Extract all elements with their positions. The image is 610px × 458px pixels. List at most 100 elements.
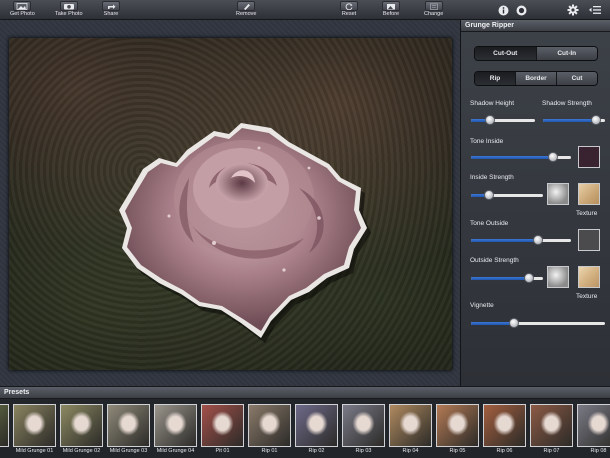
info-icon[interactable] bbox=[496, 3, 510, 17]
preset-thumbnail[interactable]: Rip 04 bbox=[389, 404, 432, 456]
preset-image bbox=[295, 404, 338, 447]
tab-cut-out[interactable]: Cut-Out bbox=[475, 47, 536, 60]
app-window: Get Photo Take Photo Share Remove Reset bbox=[0, 0, 610, 458]
shadow-height-slider[interactable] bbox=[471, 115, 535, 125]
tone-outside-color-swatch[interactable] bbox=[578, 229, 600, 251]
preset-label: Rip 04 bbox=[402, 448, 419, 454]
preset-label: Rip 01 bbox=[261, 448, 278, 454]
preset-thumbnail[interactable] bbox=[0, 404, 9, 456]
slider-knob[interactable] bbox=[523, 273, 534, 283]
edge-segmented-control: Rip Border Cut bbox=[474, 71, 598, 86]
preset-label: Rip 07 bbox=[543, 448, 560, 454]
preset-label: Rip 05 bbox=[449, 448, 466, 454]
before-label: Before bbox=[382, 11, 400, 17]
tone-inside-slider[interactable] bbox=[471, 152, 571, 162]
vignette-label: Vignette bbox=[470, 302, 494, 309]
slider-knob[interactable] bbox=[548, 152, 558, 162]
tone-outside-label: Tone Outside bbox=[470, 220, 509, 227]
preset-image bbox=[342, 404, 385, 447]
grunge-ripper-panel: Grunge Ripper Cut-Out Cut-In Rip Border … bbox=[460, 20, 610, 386]
change-button[interactable]: Change bbox=[424, 1, 443, 19]
contrast-icon[interactable] bbox=[514, 3, 528, 17]
list-icon[interactable] bbox=[588, 3, 602, 17]
before-button[interactable]: Before bbox=[382, 1, 400, 19]
slider-knob[interactable] bbox=[485, 115, 496, 125]
preset-thumbnail[interactable]: Rip 08 bbox=[577, 404, 610, 456]
tab-border[interactable]: Border bbox=[515, 72, 556, 85]
preset-image bbox=[107, 404, 150, 447]
preset-label: Rip 08 bbox=[590, 448, 607, 454]
share-icon bbox=[102, 1, 120, 11]
mode-segmented-control: Cut-Out Cut-In bbox=[474, 46, 598, 61]
slider-knob[interactable] bbox=[484, 190, 494, 200]
reset-icon bbox=[340, 1, 358, 11]
preset-label: Rip 03 bbox=[355, 448, 372, 454]
shadow-strength-slider[interactable] bbox=[543, 115, 605, 125]
outside-strength-slider[interactable] bbox=[471, 273, 543, 283]
preset-image bbox=[13, 404, 56, 447]
tab-cut[interactable]: Cut bbox=[556, 72, 597, 85]
slider-knob[interactable] bbox=[590, 115, 601, 125]
preset-thumbnail[interactable]: Mild Grunge 04 bbox=[154, 404, 197, 456]
vignette-slider[interactable] bbox=[471, 318, 605, 328]
share-button[interactable]: Share bbox=[102, 1, 120, 19]
preset-image bbox=[201, 404, 244, 447]
reset-label: Reset bbox=[341, 11, 357, 17]
outside-texture-thumb[interactable] bbox=[578, 266, 600, 288]
get-photo-button[interactable]: Get Photo bbox=[10, 1, 35, 19]
inside-strength-label: Inside Strength bbox=[470, 174, 514, 181]
tab-cut-in[interactable]: Cut-In bbox=[535, 47, 597, 60]
shadow-strength-label: Shadow Strength bbox=[542, 100, 592, 107]
tone-outside-slider[interactable] bbox=[471, 235, 571, 245]
change-icon bbox=[424, 1, 443, 11]
canvas-area bbox=[0, 20, 460, 386]
tone-inside-label: Tone Inside bbox=[470, 138, 504, 145]
preset-label: Mild Grunge 01 bbox=[15, 448, 54, 454]
top-toolbar: Get Photo Take Photo Share Remove Reset bbox=[0, 0, 610, 20]
tab-rip[interactable]: Rip bbox=[475, 72, 515, 85]
preset-label: Pit 01 bbox=[215, 448, 230, 454]
slider-knob[interactable] bbox=[533, 235, 543, 245]
slider-knob[interactable] bbox=[508, 318, 519, 328]
outside-grain-texture[interactable] bbox=[547, 266, 569, 288]
photo-icon bbox=[13, 1, 32, 11]
outside-texture-label: Texture bbox=[576, 293, 598, 300]
inside-texture-label: Texture bbox=[576, 210, 598, 217]
torn-rose-cutout bbox=[119, 123, 371, 343]
preset-label: Mild Grunge 04 bbox=[156, 448, 195, 454]
preset-image bbox=[436, 404, 479, 447]
change-label: Change bbox=[424, 11, 444, 17]
remove-label: Remove bbox=[236, 11, 257, 17]
get-photo-label: Get Photo bbox=[10, 11, 35, 17]
inside-strength-slider[interactable] bbox=[471, 190, 543, 200]
shadow-height-label: Shadow Height bbox=[470, 100, 515, 107]
preset-image bbox=[60, 404, 103, 447]
outside-strength-label: Outside Strength bbox=[470, 257, 519, 264]
tone-inside-color-swatch[interactable] bbox=[578, 146, 600, 168]
preset-thumbnail[interactable]: Rip 03 bbox=[342, 404, 385, 456]
edited-photo[interactable] bbox=[9, 38, 452, 370]
preset-thumbnail[interactable]: Rip 02 bbox=[295, 404, 338, 456]
inside-grain-texture[interactable] bbox=[547, 183, 569, 205]
remove-button[interactable]: Remove bbox=[236, 1, 256, 19]
take-photo-button[interactable]: Take Photo bbox=[55, 1, 83, 19]
inside-texture-thumb[interactable] bbox=[578, 183, 600, 205]
take-photo-label: Take Photo bbox=[55, 11, 83, 17]
preset-image bbox=[154, 404, 197, 447]
preset-thumbnail[interactable]: Mild Grunge 03 bbox=[107, 404, 150, 456]
gear-icon[interactable] bbox=[566, 3, 580, 17]
preset-thumbnail[interactable]: Mild Grunge 02 bbox=[60, 404, 103, 456]
before-icon bbox=[382, 1, 400, 11]
preset-thumbnail[interactable]: Pit 01 bbox=[201, 404, 244, 456]
preset-thumbnail[interactable]: Rip 05 bbox=[436, 404, 479, 456]
remove-icon bbox=[237, 1, 256, 11]
preset-image bbox=[248, 404, 291, 447]
preset-thumbnail[interactable]: Rip 06 bbox=[483, 404, 526, 456]
reset-button[interactable]: Reset bbox=[340, 1, 358, 19]
panel-title: Grunge Ripper bbox=[461, 20, 610, 32]
preset-thumbnail[interactable]: Rip 01 bbox=[248, 404, 291, 456]
preset-label: Mild Grunge 03 bbox=[109, 448, 148, 454]
preset-thumbnail[interactable]: Mild Grunge 01 bbox=[13, 404, 56, 456]
preset-image bbox=[577, 404, 610, 447]
preset-thumbnail[interactable]: Rip 07 bbox=[530, 404, 573, 456]
